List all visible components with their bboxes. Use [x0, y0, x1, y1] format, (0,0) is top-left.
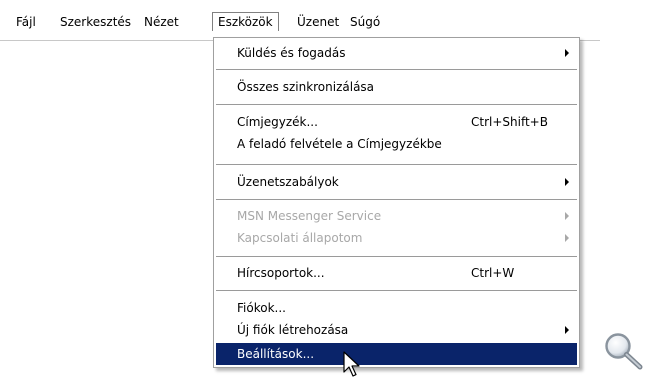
submenu-arrow-icon [565, 234, 569, 242]
menu-item-new-account[interactable]: Új fiók létrehozása [216, 319, 577, 341]
menu-separator [216, 290, 577, 292]
menu-separator [216, 69, 577, 71]
menu-item-shortcut: Ctrl+Shift+B [471, 115, 548, 129]
menu-view[interactable]: Nézet [139, 13, 184, 31]
submenu-arrow-icon [565, 49, 569, 57]
menu-item-label: Beállítások... [237, 347, 315, 361]
menu-item-accounts[interactable]: Fiókok... [216, 297, 577, 319]
menu-item-label: Címjegyzék... [237, 115, 318, 129]
submenu-arrow-icon [565, 212, 569, 220]
tools-dropdown-menu: Küldés és fogadás Összes szinkronizálása… [213, 37, 580, 368]
menu-item-msn-messenger: MSN Messenger Service [216, 205, 577, 227]
menu-item-label: Fiókok... [237, 301, 286, 315]
menu-item-sync-all[interactable]: Összes szinkronizálása [216, 76, 577, 98]
menu-item-label: Összes szinkronizálása [237, 80, 375, 94]
menu-item-my-status: Kapcsolati állapotom [216, 227, 577, 249]
menu-item-label: Új fiók létrehozása [237, 323, 349, 337]
menu-item-newsgroups[interactable]: Hírcsoportok... Ctrl+W [216, 262, 577, 284]
mouse-pointer-icon [343, 351, 360, 377]
submenu-arrow-icon [565, 326, 569, 334]
menu-item-label: Kapcsolati állapotom [237, 231, 363, 245]
menu-tools[interactable]: Eszközök [212, 12, 279, 31]
submenu-arrow-icon [565, 178, 569, 186]
menu-message[interactable]: Üzenet [292, 13, 344, 31]
menu-help[interactable]: Súgó [345, 13, 385, 31]
menu-item-message-rules[interactable]: Üzenetszabályok [216, 171, 577, 193]
menu-separator [216, 199, 577, 201]
menu-separator [216, 104, 577, 106]
menu-item-label: Hírcsoportok... [237, 266, 325, 280]
menu-file[interactable]: Fájl [11, 13, 41, 31]
magnifier-icon [605, 333, 643, 370]
menu-separator [216, 256, 577, 258]
menu-item-label: Küldés és fogadás [237, 46, 346, 60]
menu-item-add-sender[interactable]: A feladó felvétele a Címjegyzékbe [216, 133, 577, 155]
menu-item-shortcut: Ctrl+W [471, 266, 515, 280]
menu-separator [216, 164, 577, 166]
menu-item-label: Üzenetszabályok [237, 175, 339, 189]
menu-bar: Fájl Szerkesztés Nézet Eszközök Üzenet S… [0, 10, 600, 34]
menu-item-options[interactable]: Beállítások... [216, 343, 577, 365]
menu-item-label: A feladó felvétele a Címjegyzékbe [237, 137, 442, 151]
menu-item-label: MSN Messenger Service [237, 209, 382, 223]
menu-item-send-receive[interactable]: Küldés és fogadás [216, 42, 577, 64]
menu-edit[interactable]: Szerkesztés [55, 13, 136, 31]
menu-item-address-book[interactable]: Címjegyzék... Ctrl+Shift+B [216, 111, 577, 133]
